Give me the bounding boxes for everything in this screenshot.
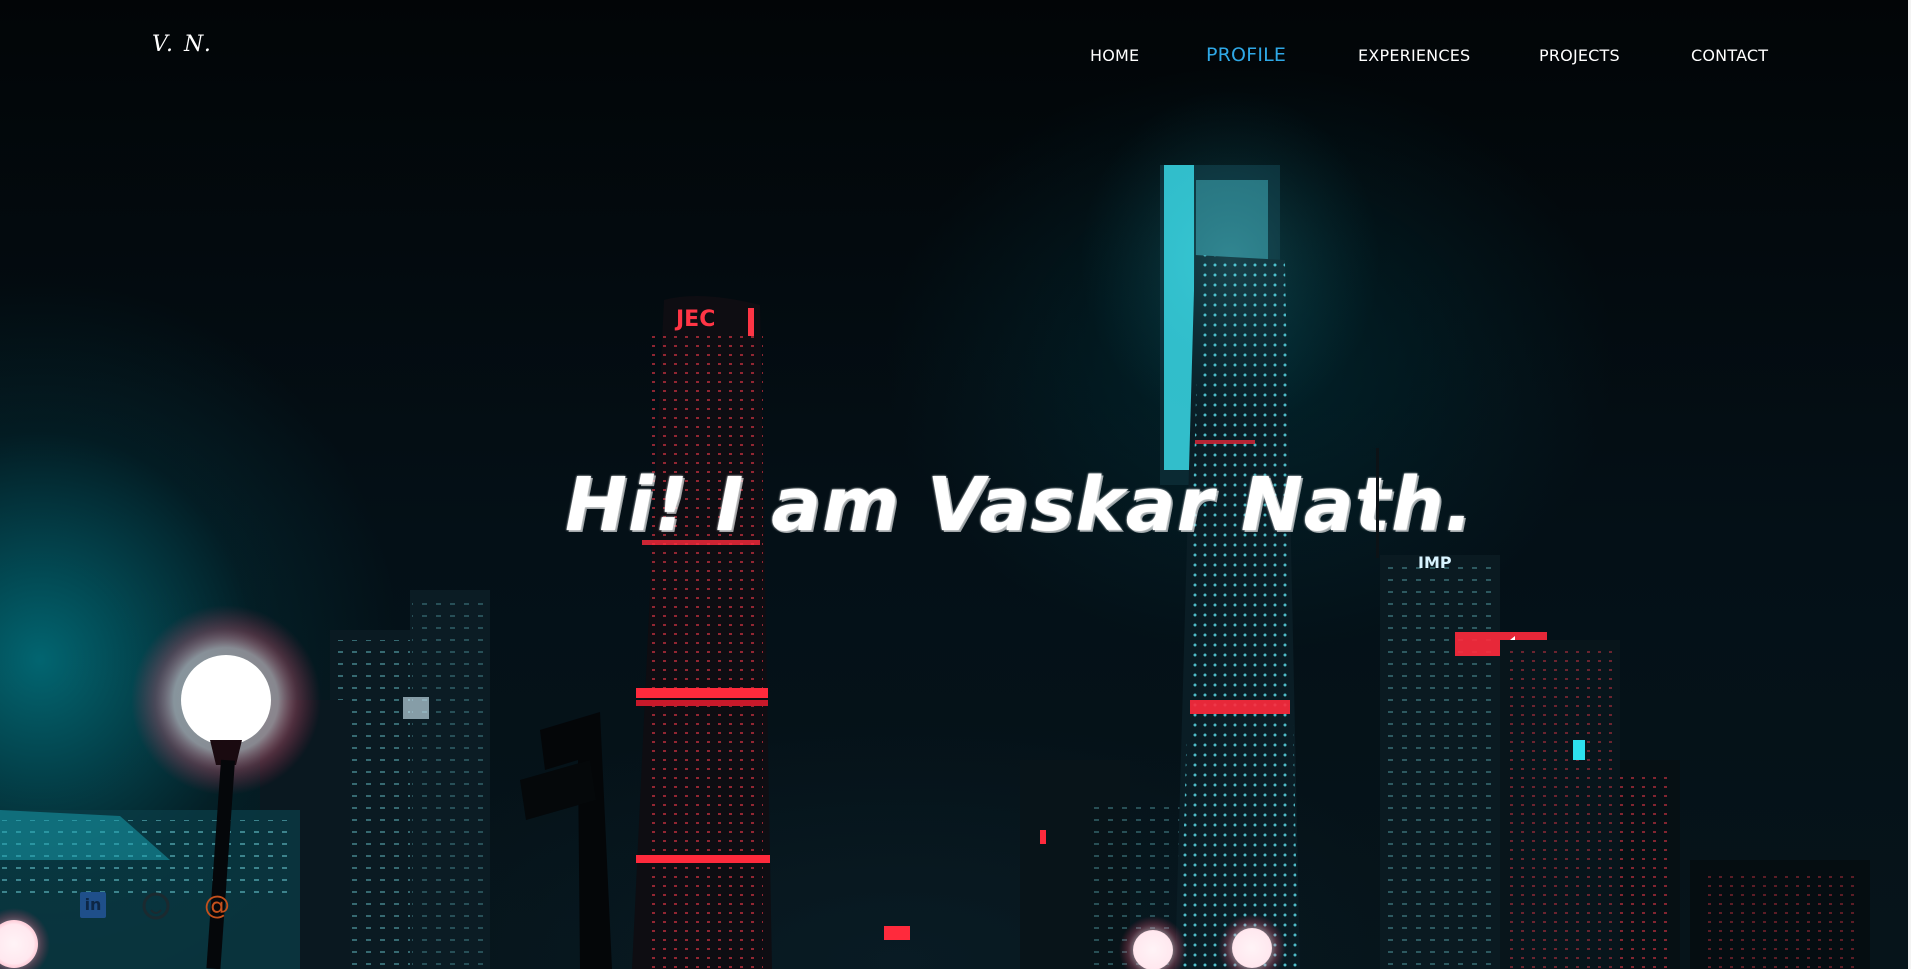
github-icon[interactable]	[142, 892, 170, 920]
svg-text:IMP: IMP	[1418, 553, 1452, 572]
nav-contact[interactable]: CONTACT	[1691, 46, 1768, 65]
hero-background: JEC IMP V. N. HOME PROFILE EXPERIENCES P…	[0, 0, 1911, 969]
nav-experiences[interactable]: EXPERIENCES	[1358, 46, 1470, 65]
nav-home[interactable]: HOME	[1090, 46, 1139, 65]
hero-headline: Hi! I am Vaskar Nath.	[565, 462, 1474, 548]
svg-text:JEC: JEC	[674, 307, 715, 332]
nav-projects[interactable]: PROJECTS	[1539, 46, 1620, 65]
linkedin-icon[interactable]: in	[80, 892, 106, 918]
email-icon[interactable]: @	[204, 892, 230, 920]
nav-profile[interactable]: PROFILE	[1206, 44, 1286, 66]
typing-caret	[1376, 448, 1379, 558]
site-logo[interactable]: V. N.	[152, 32, 213, 57]
